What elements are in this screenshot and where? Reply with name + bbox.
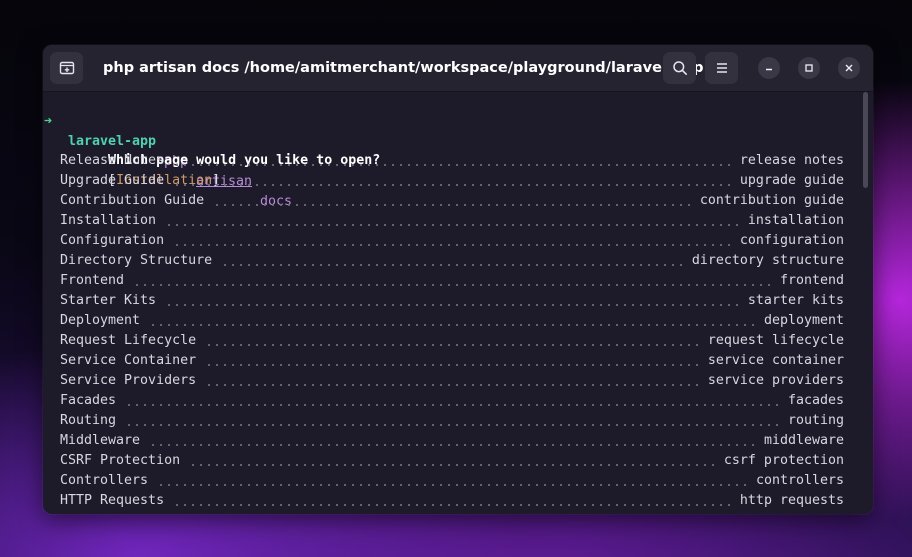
close-button[interactable] <box>838 57 860 79</box>
option-row[interactable]: Upgrade Guide upgrade guide <box>60 171 844 191</box>
option-label: Facades <box>60 393 117 408</box>
option-key: installation <box>747 213 844 228</box>
option-label: HTTP Requests <box>60 493 165 508</box>
option-label: Configuration <box>60 233 165 248</box>
minimize-icon <box>766 68 772 71</box>
terminal-window: php artisan docs /home/amitmerchant/work… <box>43 45 873 514</box>
option-key: routing <box>787 413 844 428</box>
option-row[interactable]: Deployment deployment <box>60 311 844 331</box>
option-row[interactable]: CSRF Protection csrf protection <box>60 451 844 471</box>
option-row[interactable]: Routing routing <box>60 411 844 431</box>
option-label: Request Lifecycle <box>60 333 197 348</box>
dot-leader <box>173 491 731 511</box>
dot-leader <box>165 211 739 231</box>
option-label: Service Container <box>60 353 197 368</box>
option-key: upgrade guide <box>739 173 844 188</box>
dot-leader <box>173 151 731 171</box>
dot-leader <box>213 191 691 211</box>
dot-leader <box>133 271 771 291</box>
option-label: Deployment <box>60 313 141 328</box>
option-label: CSRF Protection <box>60 453 181 468</box>
option-row[interactable]: Service Providers service providers <box>60 371 844 391</box>
dot-leader <box>205 351 699 371</box>
option-row[interactable]: Request Lifecycle request lifecycle <box>60 331 844 351</box>
option-key: request lifecycle <box>707 333 844 348</box>
maximize-icon <box>805 64 813 72</box>
terminal-output[interactable]: ➜ laravel-app php artisan docs Which pag… <box>43 92 873 514</box>
search-icon <box>672 61 687 75</box>
dot-leader <box>149 431 755 451</box>
option-row[interactable]: Installation installation <box>60 211 844 231</box>
option-row[interactable]: Release Notes release notes <box>60 151 844 171</box>
option-row[interactable]: Configuration configuration <box>60 231 844 251</box>
option-key: frontend <box>779 273 844 288</box>
option-key: starter kits <box>747 293 844 308</box>
option-row[interactable]: Facades facades <box>60 391 844 411</box>
option-key: release notes <box>739 153 844 168</box>
new-tab-icon <box>59 61 74 75</box>
dot-leader <box>221 251 683 271</box>
hamburger-menu-icon <box>716 63 727 73</box>
shell-prompt: ➜ laravel-app php artisan docs <box>43 92 292 209</box>
new-tab-button[interactable] <box>50 52 83 84</box>
option-label: Controllers <box>60 473 149 488</box>
option-label: Installation <box>60 213 157 228</box>
title-bar: php artisan docs /home/amitmerchant/work… <box>43 45 873 92</box>
option-row[interactable]: HTTP Requests http requests <box>60 491 844 511</box>
dot-leader <box>189 451 715 471</box>
option-key: http requests <box>739 493 844 508</box>
option-row[interactable]: Contribution Guide contribution guide <box>60 191 844 211</box>
option-row[interactable]: Controllers controllers <box>60 471 844 491</box>
option-key: service container <box>707 353 844 368</box>
dot-leader <box>157 471 747 491</box>
option-label: Middleware <box>60 433 141 448</box>
option-key: middleware <box>763 433 844 448</box>
option-row[interactable]: Starter Kits starter kits <box>60 291 844 311</box>
dot-leader <box>173 231 731 251</box>
option-key: service providers <box>707 373 844 388</box>
dot-leader <box>205 331 699 351</box>
option-key: csrf protection <box>723 453 844 468</box>
option-row[interactable]: Service Container service container <box>60 351 844 371</box>
dot-leader <box>173 171 731 191</box>
option-key: directory structure <box>691 253 844 268</box>
option-row[interactable]: Frontend frontend <box>60 271 844 291</box>
option-key: contribution guide <box>699 193 844 208</box>
option-key: configuration <box>739 233 844 248</box>
close-icon <box>845 64 853 72</box>
option-row[interactable]: Directory Structure directory structure <box>60 251 844 271</box>
option-label: Release Notes <box>60 153 165 168</box>
option-label: Frontend <box>60 273 125 288</box>
maximize-button[interactable] <box>798 57 820 79</box>
dot-leader <box>125 391 779 411</box>
scrollbar-thumb[interactable] <box>863 92 868 188</box>
option-key: deployment <box>763 313 844 328</box>
search-button[interactable] <box>663 52 696 84</box>
window-title: php artisan docs /home/amitmerchant/work… <box>103 60 704 76</box>
dot-leader <box>149 311 755 331</box>
option-label: Starter Kits <box>60 293 157 308</box>
dot-leader <box>205 371 699 391</box>
option-label: Upgrade Guide <box>60 173 165 188</box>
option-key: facades <box>787 393 844 408</box>
menu-button[interactable] <box>705 52 738 84</box>
option-label: Routing <box>60 413 117 428</box>
dot-leader <box>165 291 739 311</box>
option-row[interactable]: Middleware middleware <box>60 431 844 451</box>
prompt-question: Which page would you like to open? [Inst… <box>60 131 380 188</box>
option-label: Service Providers <box>60 373 197 388</box>
prompt-arrow: ➜ <box>44 114 53 129</box>
dot-leader <box>125 411 779 431</box>
minimize-button[interactable] <box>758 57 780 79</box>
option-label: Contribution Guide <box>60 193 205 208</box>
option-label: Directory Structure <box>60 253 213 268</box>
option-key: controllers <box>755 473 844 488</box>
